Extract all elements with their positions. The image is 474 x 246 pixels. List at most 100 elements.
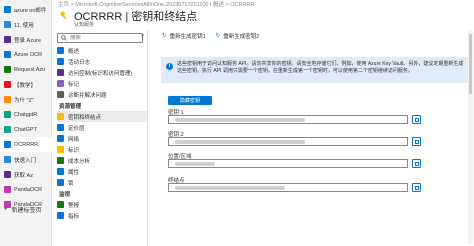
tab-title: azure on邮件 <box>14 7 47 14</box>
nav-item-label: 定价层 <box>68 125 85 132</box>
nav-item[interactable]: 定价层 <box>57 122 147 133</box>
nav-item-icon <box>57 201 64 208</box>
nav-item[interactable]: 标记 <box>57 78 147 89</box>
nav-item-icon <box>57 179 64 186</box>
browser-tab[interactable]: ChatgptR <box>0 107 52 122</box>
tab-title: OCRRRR <box>14 141 39 148</box>
regenerate-key2-button[interactable]: ↻ 重新生成密钥2 <box>216 32 260 40</box>
tab-favicon-icon <box>4 6 11 13</box>
show-keys-button[interactable]: 隐藏密钥 <box>168 96 212 105</box>
menu-search[interactable] <box>57 33 143 43</box>
nav-item[interactable]: 密钥和终结点 <box>57 111 147 122</box>
redacted-value <box>175 118 305 122</box>
new-tab-label: 新建标签页 <box>11 208 42 214</box>
nav-item[interactable]: 指标 <box>57 210 147 221</box>
tab-favicon-icon <box>4 186 11 193</box>
browser-tab[interactable]: Azure OCR <box>0 47 52 62</box>
tab-title: ChatgptR <box>14 111 38 118</box>
nav-item-icon <box>57 80 64 87</box>
nav-item[interactable]: 锁 <box>57 177 147 188</box>
nav-item-label: 属性 <box>68 169 80 176</box>
key2-field[interactable] <box>168 137 408 146</box>
endpoint-field[interactable] <box>168 183 408 192</box>
copy-endpoint-button[interactable] <box>412 183 421 192</box>
plus-icon: + <box>4 206 8 213</box>
nav-item-label: 指标 <box>68 213 80 220</box>
nav-item[interactable]: 活动日志 <box>57 56 147 67</box>
search-icon <box>61 35 67 41</box>
regenerate-key1-button[interactable]: ↻ 重新生成密钥1 <box>162 32 206 40</box>
tab-title: 快速入门 <box>14 157 37 164</box>
key1-field[interactable] <box>168 115 408 124</box>
nav-item-label: 警报 <box>68 202 80 209</box>
nav-item-label: 密钥和终结点 <box>68 114 102 121</box>
tab-favicon-icon <box>4 96 11 103</box>
nav-item-label: 活动日志 <box>68 59 91 66</box>
menu-search-input[interactable] <box>70 35 130 41</box>
breadcrumb[interactable]: 主页 > Microsoft.CognitiveServicesAllInOne… <box>58 0 472 8</box>
nav-item-icon <box>57 157 64 164</box>
regenerate-key2-label: 重新生成密钥2 <box>223 34 260 40</box>
browser-tab[interactable]: azure on邮件 <box>0 2 52 17</box>
nav-item-icon <box>57 212 64 219</box>
nav-item-icon <box>57 113 64 120</box>
nav-item[interactable]: 成本分析 <box>57 155 147 166</box>
tab-title: 登录 Azure <box>14 37 41 44</box>
copy-icon <box>414 117 419 122</box>
redacted-value <box>175 140 305 144</box>
nav-item-label: 标记 <box>68 81 80 88</box>
copy-key1-button[interactable] <box>412 115 421 124</box>
browser-tab[interactable]: Request Azu <box>0 62 52 77</box>
new-tab-button[interactable]: + 新建标签页 <box>4 205 42 215</box>
nav-item-icon <box>57 124 64 131</box>
command-bar: ↻ 重新生成密钥1 ↻ 重新生成密钥2 <box>162 32 259 40</box>
info-banner-text: 这些密钥用于访问认知服务 API。请勿共享你的密钥。请安全地存储它们，例如，使用… <box>177 61 464 74</box>
refresh-icon: ↻ <box>215 33 221 39</box>
collapse-menu-icon[interactable]: « <box>141 33 144 39</box>
nav-item[interactable]: 标识 <box>57 144 147 155</box>
browser-tab[interactable]: 登录 Azure <box>0 32 52 47</box>
browser-tab[interactable]: PandaOCR <box>0 182 52 197</box>
nav-item[interactable]: 访问控制(标识和访问管理) <box>57 67 147 78</box>
redacted-value <box>175 162 215 166</box>
scrollbar-thumb[interactable] <box>469 34 472 94</box>
browser-tab[interactable]: OCRRRR <box>0 137 52 152</box>
tab-favicon-icon <box>4 36 11 43</box>
nav-item[interactable]: 网络 <box>57 133 147 144</box>
nav-item-label: 概述 <box>68 48 80 55</box>
copy-region-button[interactable] <box>412 159 421 168</box>
nav-item[interactable]: 警报 <box>57 199 147 210</box>
nav-section-header: 监视 <box>59 192 71 198</box>
nav-item-label: 锁 <box>68 180 74 187</box>
tab-favicon-icon <box>4 141 11 148</box>
nav-item-icon <box>57 58 64 65</box>
nav-item[interactable]: 概述 <box>57 45 147 56</box>
resource-menu: « 概述活动日志访问控制(标识和访问管理) 标记诊断并解决问题资源管理密钥和终结点… <box>53 30 148 246</box>
nav-item-label: 标识 <box>68 147 80 154</box>
nav-item-label: 成本分析 <box>68 158 91 165</box>
tab-favicon-icon <box>4 156 11 163</box>
info-banner: i 这些密钥用于访问认知服务 API。请勿共享你的密钥。请安全地存储它们，例如，… <box>161 57 468 83</box>
tab-favicon-icon <box>4 21 11 28</box>
nav-item[interactable]: 诊断并解决问题 <box>57 89 147 100</box>
browser-tab[interactable]: 获取 Az <box>0 167 52 182</box>
regenerate-key1-label: 重新生成密钥1 <box>169 34 206 40</box>
nav-item-icon <box>57 69 64 76</box>
tab-favicon-icon <box>4 51 11 58</box>
browser-tab[interactable]: ChatGPT <box>0 122 52 137</box>
region-field[interactable] <box>168 159 408 168</box>
browser-tab[interactable]: 11. 使用 <box>0 17 52 32</box>
nav-item-label: 网络 <box>68 136 80 143</box>
page-subtitle: 认知服务 <box>74 22 95 28</box>
copy-icon <box>414 185 419 190</box>
redacted-value <box>175 186 285 190</box>
tab-favicon-icon <box>4 81 11 88</box>
page-scrollbar[interactable] <box>468 30 473 244</box>
browser-tab[interactable]: 为什 "Z" <box>0 92 52 107</box>
browser-tab[interactable]: 快速入门 <box>0 152 52 167</box>
nav-item[interactable]: 属性 <box>57 166 147 177</box>
copy-icon <box>414 139 419 144</box>
nav-section-header: 资源管理 <box>59 104 82 110</box>
browser-tab[interactable]: 【教学】 <box>0 77 52 92</box>
copy-key2-button[interactable] <box>412 137 421 146</box>
